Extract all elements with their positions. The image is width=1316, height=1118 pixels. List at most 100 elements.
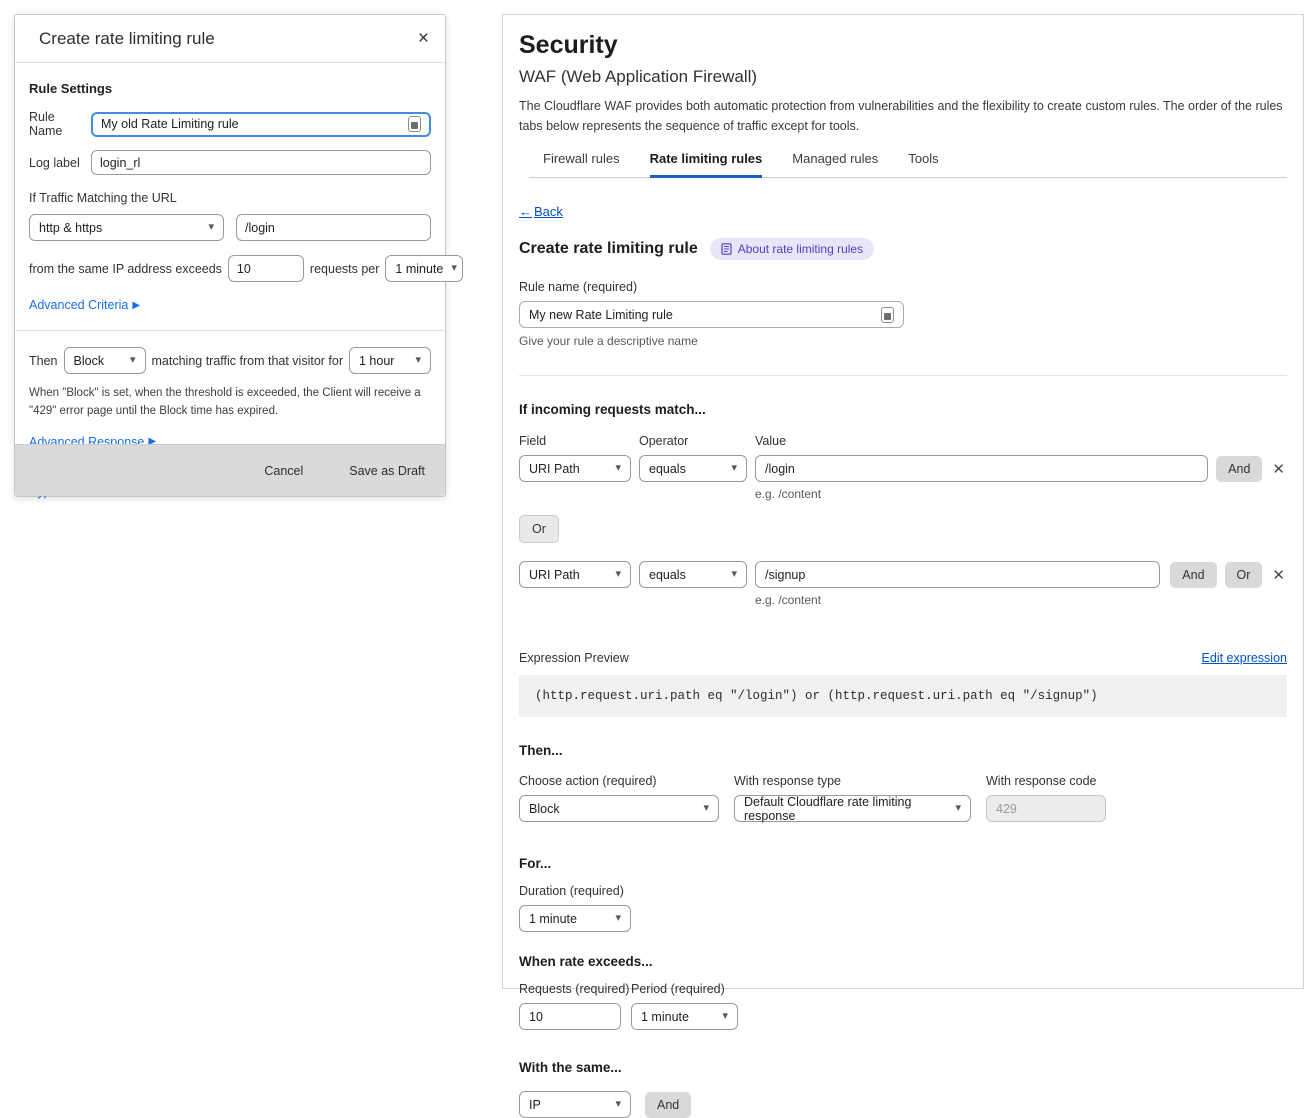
modal-title: Create rate limiting rule [39,29,215,49]
action-select-value: Block [74,354,105,368]
match-heading: If incoming requests match... [519,402,1287,417]
rule-name-helper: Give your rule a descriptive name [519,334,1287,348]
field-select[interactable]: URI Path ▾ [519,561,631,588]
document-icon [721,243,732,255]
and-button[interactable]: And [1216,456,1262,482]
save-as-draft-button[interactable]: Save as Draft [349,464,425,478]
tab-rate-limiting-rules[interactable]: Rate limiting rules [650,151,763,178]
cancel-button[interactable]: Cancel [264,464,303,478]
rule-name-field[interactable] [519,301,904,328]
duration-select[interactable]: 1 hour ▾ [349,347,431,374]
match-row-1: URI Path ▾ equals ▾ And ✕ [519,455,1287,482]
value-field[interactable] [755,561,1160,588]
characteristic-select[interactable]: IP ▾ [519,1091,631,1118]
about-badge-label: About rate limiting rules [738,242,863,256]
rule-name-input[interactable] [101,114,402,135]
caret-down-icon: ▾ [731,569,737,580]
duration-select-value: 1 hour [359,354,394,368]
edit-expression-link[interactable]: Edit expression [1202,651,1287,665]
log-label-field[interactable] [91,150,431,175]
expression-header: Expression Preview Edit expression [519,651,1287,665]
divider [15,330,445,331]
rule-name-field[interactable] [91,112,431,137]
field-select-value: URI Path [529,462,580,476]
value-field[interactable] [755,455,1208,482]
caret-down-icon: ▾ [731,463,737,474]
requests-field[interactable] [228,255,304,282]
form-title: Create rate limiting rule [519,240,698,258]
period-select[interactable]: 1 minute ▾ [631,1003,738,1030]
url-input[interactable] [245,215,422,240]
url-field[interactable] [236,214,431,241]
characteristic-value: IP [529,1098,541,1112]
caret-down-icon: ▾ [615,463,621,474]
choose-action-select[interactable]: Block ▾ [519,795,719,822]
value-column-label: Value [755,434,786,448]
back-link[interactable]: ← Back [519,204,563,219]
log-label-input[interactable] [100,151,422,174]
requests-field[interactable] [519,1003,621,1030]
about-rate-limiting-badge[interactable]: About rate limiting rules [710,238,874,260]
or-button[interactable]: Or [519,515,559,543]
advanced-criteria-link[interactable]: Advanced Criteria ▶ [29,298,140,312]
remove-row-icon[interactable]: ✕ [1270,566,1287,584]
value-hint: e.g. /content [755,487,1287,501]
remove-row-icon[interactable]: ✕ [1270,460,1287,478]
back-label: Back [534,204,563,219]
operator-select[interactable]: equals ▾ [639,455,747,482]
operator-select-value: equals [649,462,686,476]
requests-input[interactable] [237,256,295,281]
back-arrow-icon: ← [519,204,532,219]
caret-down-icon: ▾ [451,263,457,274]
autofill-icon[interactable] [408,116,421,132]
tab-firewall-rules[interactable]: Firewall rules [543,151,620,178]
value-hint: e.g. /content [755,593,1287,607]
rule-name-label: Rule Name [29,110,91,138]
log-label-row: Log label [29,150,431,175]
operator-select[interactable]: equals ▾ [639,561,747,588]
duration-label: Duration (required) [519,884,1287,898]
expression-preview: (http.request.uri.path eq "/login") or (… [519,675,1287,717]
and-button[interactable]: And [645,1092,691,1118]
autofill-icon[interactable] [881,307,894,323]
duration-select[interactable]: 1 minute ▾ [519,905,631,932]
and-button[interactable]: And [1170,562,1216,588]
modal-body: Rule Settings Rule Name Log label If Tra… [15,63,445,501]
then-row: Then Block ▾ matching traffic from that … [29,347,431,374]
close-icon[interactable]: × [418,29,429,48]
match-row-2: URI Path ▾ equals ▾ And Or ✕ [519,561,1287,588]
duration-value: 1 minute [529,912,577,926]
rule-name-input[interactable] [529,302,875,327]
caret-down-icon: ▾ [130,355,136,366]
response-type-label: With response type [734,774,986,788]
threshold-middle: requests per [310,262,379,276]
caret-down-icon: ▾ [955,803,961,814]
tab-managed-rules[interactable]: Managed rules [792,151,878,178]
caret-down-icon: ▾ [208,222,214,233]
value-input[interactable] [765,456,1198,481]
requests-input[interactable] [529,1004,611,1029]
scheme-select[interactable]: http & https ▾ [29,214,224,241]
waf-tabs: Firewall rules Rate limiting rules Manag… [529,151,1287,178]
or-button[interactable]: Or [1225,562,1263,588]
response-code-input [996,796,1096,821]
response-type-value: Default Cloudflare rate limiting respons… [744,795,947,823]
scheme-select-value: http & https [39,221,102,235]
tab-tools[interactable]: Tools [908,151,938,178]
action-select[interactable]: Block ▾ [64,347,146,374]
field-column-label: Field [519,434,639,448]
same-heading: With the same... [519,1060,1287,1075]
caret-down-icon: ▾ [615,569,621,580]
threshold-row: from the same IP address exceeds request… [29,255,431,282]
threshold-prefix: from the same IP address exceeds [29,262,222,276]
operator-select-value: equals [649,568,686,582]
response-type-select[interactable]: Default Cloudflare rate limiting respons… [734,795,971,822]
value-input[interactable] [765,562,1150,587]
block-note: When "Block" is set, when the threshold … [29,385,427,421]
modal-header: Create rate limiting rule × [15,15,445,63]
field-select[interactable]: URI Path ▾ [519,455,631,482]
period-select[interactable]: 1 minute ▾ [385,255,463,282]
advanced-criteria-row: Advanced Criteria ▶ [29,296,431,314]
caret-down-icon: ▾ [703,803,709,814]
security-waf-panel: Security WAF (Web Application Firewall) … [502,14,1304,989]
